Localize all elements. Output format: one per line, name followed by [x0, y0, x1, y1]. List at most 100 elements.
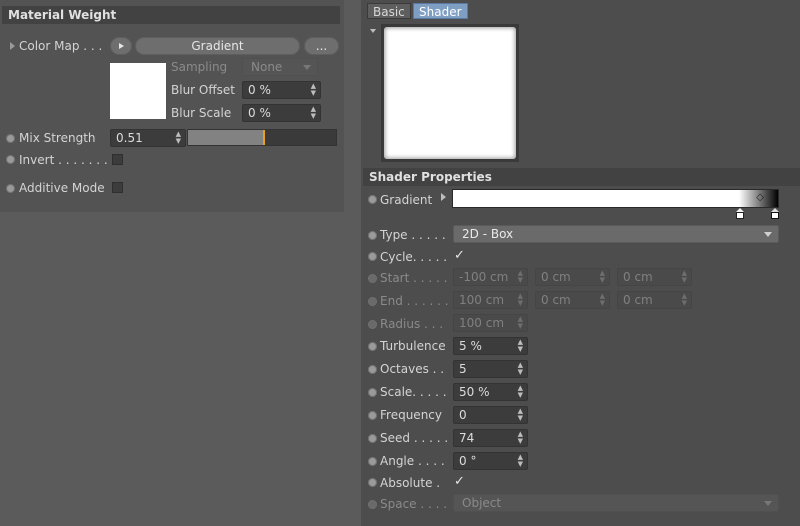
space-value: Object	[462, 496, 502, 510]
animation-radio-icon[interactable]	[6, 184, 15, 193]
animation-radio-icon[interactable]	[368, 457, 377, 466]
chevron-down-icon	[303, 65, 311, 70]
shader-preview	[381, 24, 519, 162]
play-icon	[119, 43, 124, 49]
start-z-field[interactable]: 0 cm ▲ ▼	[617, 268, 692, 286]
expand-arrow-icon[interactable]	[441, 193, 446, 201]
spinner-arrows-icon[interactable]: ▲ ▼	[682, 293, 687, 307]
frequency-field[interactable]: 0 ▲ ▼	[453, 406, 528, 424]
color-map-preview[interactable]	[110, 63, 166, 119]
section-header: Shader Properties	[363, 168, 800, 186]
sampling-dropdown[interactable]: None	[242, 58, 318, 76]
spinner-arrows-icon[interactable]: ▲ ▼	[600, 293, 605, 307]
animation-radio-icon[interactable]	[6, 134, 15, 143]
preview-image	[384, 27, 516, 159]
absolute-checkbox[interactable]: ✓	[454, 475, 465, 488]
chevron-down-icon	[764, 232, 772, 237]
spinner-arrows-icon[interactable]: ▲ ▼	[518, 408, 523, 422]
blur-scale-label: Blur Scale	[171, 106, 232, 120]
spinner-arrows-icon[interactable]: ▲ ▼	[518, 362, 523, 376]
scale-field[interactable]: 50 % ▲ ▼	[453, 383, 528, 401]
animation-radio-icon[interactable]	[6, 155, 15, 164]
radius-field[interactable]: 100 cm ▲ ▼	[453, 314, 528, 332]
animation-radio-icon[interactable]	[368, 434, 377, 443]
blur-offset-field[interactable]: 0 % ▲ ▼	[242, 81, 321, 99]
octaves-field[interactable]: 5 ▲ ▼	[453, 360, 528, 378]
collapse-arrow-icon[interactable]	[370, 29, 376, 33]
tab-shader[interactable]: Shader	[413, 3, 468, 19]
space-dropdown[interactable]: Object	[453, 494, 779, 512]
gradient-knot-black[interactable]	[771, 208, 779, 220]
gradient-label: Gradient	[380, 193, 433, 207]
spinner-arrows-icon[interactable]: ▲ ▼	[176, 131, 181, 145]
turbulence-label: Turbulence	[380, 339, 446, 353]
animation-radio-icon[interactable]	[368, 411, 377, 420]
seed-value: 74	[459, 431, 475, 445]
spinner-arrows-icon[interactable]: ▲ ▼	[518, 454, 523, 468]
turbulence-value: 5 %	[459, 339, 482, 353]
animation-radio-icon[interactable]	[368, 365, 377, 374]
shader-panel: Basic Shader Shader Properties Gradient …	[361, 0, 800, 526]
angle-field[interactable]: 0 ° ▲ ▼	[453, 452, 528, 470]
blur-offset-label: Blur Offset	[171, 83, 235, 97]
end-x-field[interactable]: 100 cm ▲ ▼	[453, 291, 528, 309]
spinner-arrows-icon[interactable]: ▲ ▼	[518, 270, 523, 284]
spinner-arrows-icon[interactable]: ▲ ▼	[600, 270, 605, 284]
diamond-knot-icon[interactable]: ◇	[756, 192, 764, 204]
spinner-arrows-icon[interactable]: ▲ ▼	[518, 339, 523, 353]
spinner-arrows-icon[interactable]: ▲ ▼	[518, 385, 523, 399]
expand-arrow-icon[interactable]	[10, 42, 15, 50]
blur-scale-field[interactable]: 0 % ▲ ▼	[242, 104, 321, 122]
start-x-field[interactable]: -100 cm ▲ ▼	[453, 268, 528, 286]
gradient-bar[interactable]: ◇	[452, 189, 779, 208]
frequency-label: Frequency	[380, 408, 442, 422]
absolute-label: Absolute .	[380, 476, 441, 490]
sampling-label: Sampling	[171, 60, 228, 74]
animation-radio-icon[interactable]	[368, 388, 377, 397]
color-map-label: Color Map . . .	[19, 39, 103, 53]
type-dropdown[interactable]: 2D - Box	[453, 225, 779, 243]
invert-checkbox[interactable]	[112, 154, 123, 165]
additive-mode-checkbox[interactable]	[112, 182, 123, 193]
animation-radio-icon[interactable]	[368, 320, 377, 329]
gradient-knot-white[interactable]	[736, 208, 744, 220]
end-z-value: 0 cm	[623, 293, 653, 307]
shader-button[interactable]: Gradient	[135, 37, 300, 55]
animation-radio-icon[interactable]	[368, 297, 377, 306]
animation-radio-icon[interactable]	[368, 252, 377, 261]
animation-radio-icon[interactable]	[368, 342, 377, 351]
seed-field[interactable]: 74 ▲ ▼	[453, 429, 528, 447]
start-label: Start . . . . .	[380, 271, 448, 285]
animation-radio-icon[interactable]	[368, 231, 377, 240]
turbulence-field[interactable]: 5 % ▲ ▼	[453, 337, 528, 355]
mix-strength-field[interactable]: 0.51 ▲ ▼	[110, 129, 186, 147]
panel-header: Material Weight	[2, 6, 340, 24]
animation-radio-icon[interactable]	[368, 195, 377, 204]
spinner-arrows-icon[interactable]: ▲ ▼	[311, 83, 316, 97]
blur-scale-value: 0 %	[248, 106, 271, 120]
mix-strength-slider[interactable]	[187, 129, 337, 146]
spinner-arrows-icon[interactable]: ▲ ▼	[682, 270, 687, 284]
cycle-label: Cycle. . . . .	[380, 250, 448, 264]
end-z-field[interactable]: 0 cm ▲ ▼	[617, 291, 692, 309]
spinner-arrows-icon[interactable]: ▲ ▼	[518, 293, 523, 307]
more-button[interactable]: ...	[304, 37, 339, 55]
tab-basic[interactable]: Basic	[367, 3, 411, 19]
spinner-arrows-icon[interactable]: ▲ ▼	[311, 106, 316, 120]
animation-radio-icon[interactable]	[368, 478, 377, 487]
spinner-arrows-icon[interactable]: ▲ ▼	[518, 431, 523, 445]
animation-radio-icon[interactable]	[368, 274, 377, 283]
animation-radio-icon[interactable]	[368, 500, 377, 509]
start-x-value: -100 cm	[459, 270, 509, 284]
shader-menu-button[interactable]	[110, 37, 132, 55]
slider-handle[interactable]	[263, 130, 265, 145]
end-y-field[interactable]: 0 cm ▲ ▼	[535, 291, 610, 309]
additive-mode-label: Additive Mode	[19, 181, 105, 195]
space-label: Space . . . .	[380, 497, 448, 511]
cycle-checkbox[interactable]: ✓	[454, 249, 465, 262]
end-label: End . . . . . .	[380, 294, 449, 308]
start-y-field[interactable]: 0 cm ▲ ▼	[535, 268, 610, 286]
invert-label: Invert . . . . . . .	[19, 153, 108, 167]
end-y-value: 0 cm	[541, 293, 571, 307]
spinner-arrows-icon[interactable]: ▲ ▼	[518, 316, 523, 330]
